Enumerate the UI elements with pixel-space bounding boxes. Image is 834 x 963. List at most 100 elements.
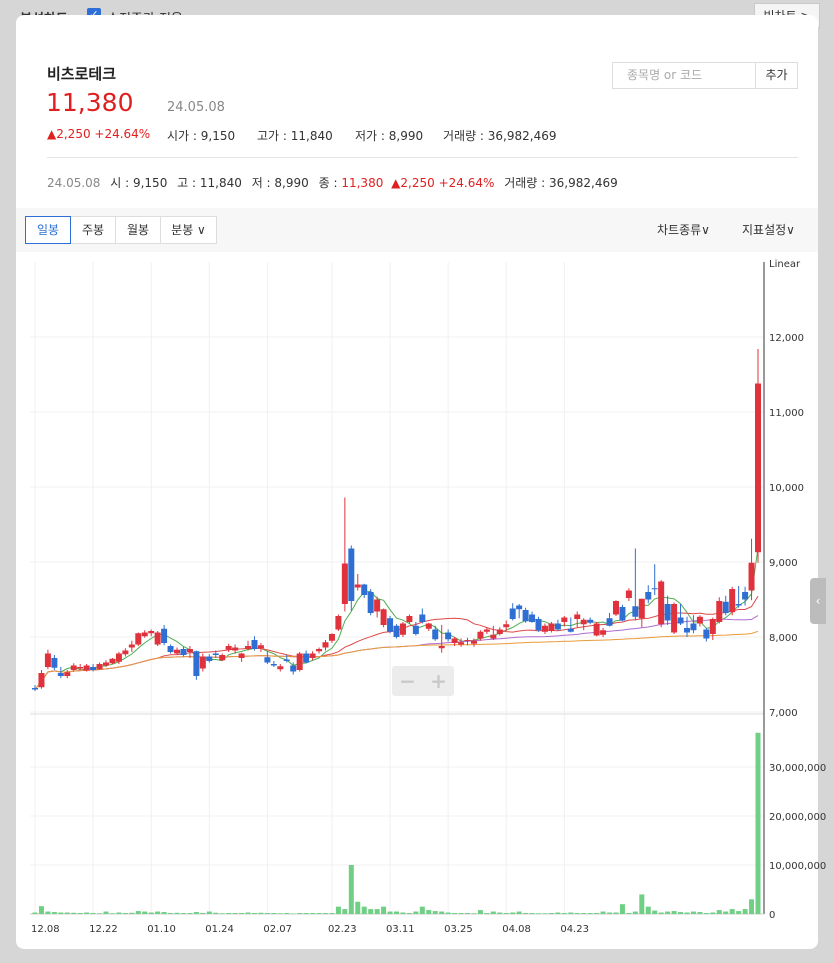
candle-body	[174, 649, 181, 654]
candle-body	[154, 632, 161, 645]
candle-body	[664, 604, 671, 621]
volume-bar	[581, 913, 587, 914]
candle-body	[277, 666, 284, 670]
volume-bar	[290, 913, 296, 915]
volume-bar	[155, 911, 161, 914]
volume-bar	[168, 913, 174, 914]
candle-body	[212, 653, 219, 655]
volume-bar	[148, 912, 154, 914]
volume-bar	[251, 913, 257, 914]
volume-bar	[523, 913, 529, 914]
candle-body	[245, 646, 252, 649]
candle-body	[658, 581, 665, 625]
candle-body	[696, 616, 703, 624]
volume-bar	[51, 912, 57, 914]
volume-bar	[568, 912, 574, 914]
candle-body	[535, 619, 542, 631]
volume-bar	[503, 913, 509, 914]
candle-body	[193, 651, 200, 676]
candle-body	[742, 592, 749, 600]
candles	[32, 349, 761, 691]
candle-body	[683, 628, 690, 633]
volume-bar	[406, 913, 412, 914]
volume-bar	[555, 912, 561, 914]
volume-bar	[419, 906, 425, 914]
candle-body	[709, 619, 716, 634]
candle-body	[180, 649, 187, 655]
volume-bar	[161, 912, 167, 914]
candle-body	[38, 673, 45, 688]
volume-bar	[671, 911, 677, 914]
volume-tick-label: 10,000,000	[769, 861, 826, 872]
volume-bar	[129, 912, 135, 914]
candle-body	[632, 606, 639, 617]
candle-body	[612, 601, 619, 615]
volume-bar	[374, 909, 380, 914]
volume-bar	[529, 913, 535, 914]
candle-body	[645, 592, 652, 600]
candle-body	[161, 628, 168, 643]
candle-body	[677, 617, 684, 624]
volume-bar	[258, 912, 264, 914]
volume-bar	[361, 906, 367, 914]
candle-body	[606, 618, 613, 626]
candle-body	[251, 640, 258, 649]
candle-body	[367, 592, 374, 613]
candle-body	[541, 625, 548, 632]
candle-body	[690, 623, 697, 631]
volume-bar	[432, 911, 438, 914]
volume-bar	[413, 911, 419, 914]
volume-bar	[239, 913, 245, 914]
candle-body	[755, 383, 761, 553]
volume-bar	[329, 913, 335, 914]
volume-bar	[303, 913, 309, 914]
candle-body	[232, 647, 239, 651]
candle-body	[464, 640, 471, 641]
volume-bar	[322, 913, 328, 914]
candle-body	[470, 640, 477, 644]
side-panel-handle[interactable]: ‹	[810, 578, 826, 624]
tab-daily[interactable]: 일봉	[25, 216, 71, 244]
volume-bar	[439, 911, 445, 914]
volume-bar	[484, 913, 490, 914]
volume-bar	[607, 912, 613, 914]
candle-body	[128, 644, 135, 648]
price-tick-label: 8,000	[769, 633, 798, 644]
zoom-out-button[interactable]: −	[392, 666, 423, 696]
volume-bar	[193, 912, 199, 914]
candle-body	[348, 548, 355, 601]
volume-bar	[84, 912, 90, 914]
volume-bar	[368, 909, 374, 914]
price-tick-label: 12,000	[769, 333, 804, 344]
candle-body	[490, 634, 497, 639]
candle-body	[509, 608, 516, 619]
volume-bar	[355, 901, 361, 914]
volume-bar	[77, 913, 83, 914]
candle-body	[264, 657, 271, 663]
volume-bar	[736, 911, 742, 914]
candle-body	[483, 629, 490, 632]
volume-bar	[510, 912, 516, 914]
volume-bar	[574, 913, 580, 914]
candle-body	[296, 653, 303, 670]
price-tick-label: 9,000	[769, 558, 798, 569]
price-chart[interactable]: Linear 12,000 11,000 10,000 9,000 8,000 7,000 3…	[0, 0, 834, 963]
volume-bar	[103, 911, 109, 914]
candle-body	[141, 632, 148, 637]
volume-bar	[710, 912, 716, 914]
candle-body	[554, 623, 561, 630]
volume-bar	[600, 911, 606, 914]
volume-bar	[665, 911, 671, 914]
candle-body	[135, 633, 142, 645]
volume-bar	[703, 913, 709, 914]
zoom-in-button[interactable]: +	[423, 666, 454, 696]
candle-body	[44, 653, 51, 667]
candle-body	[341, 563, 348, 604]
volume-bar	[613, 912, 619, 914]
volume-bar	[316, 913, 322, 914]
candle-body	[412, 625, 419, 634]
candle-body	[32, 688, 38, 690]
candle-body	[425, 623, 432, 629]
chart-grid	[30, 262, 765, 915]
candle-body	[638, 598, 645, 619]
